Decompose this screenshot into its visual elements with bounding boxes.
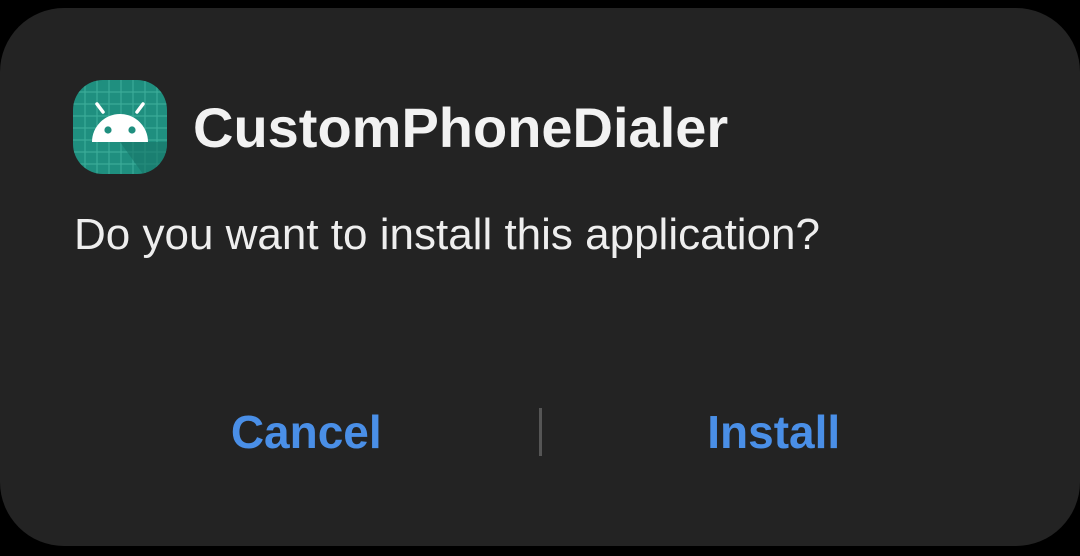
dialog-header: CustomPhoneDialer [73,80,728,174]
install-dialog: CustomPhoneDialer Do you want to install… [0,8,1080,546]
dialog-actions: Cancel Install [74,400,1006,464]
app-name: CustomPhoneDialer [193,95,729,159]
install-prompt-message: Do you want to install this application? [74,210,820,259]
cancel-button[interactable]: Cancel [74,400,539,464]
install-button[interactable]: Install [542,400,1007,464]
android-app-icon [73,80,167,174]
